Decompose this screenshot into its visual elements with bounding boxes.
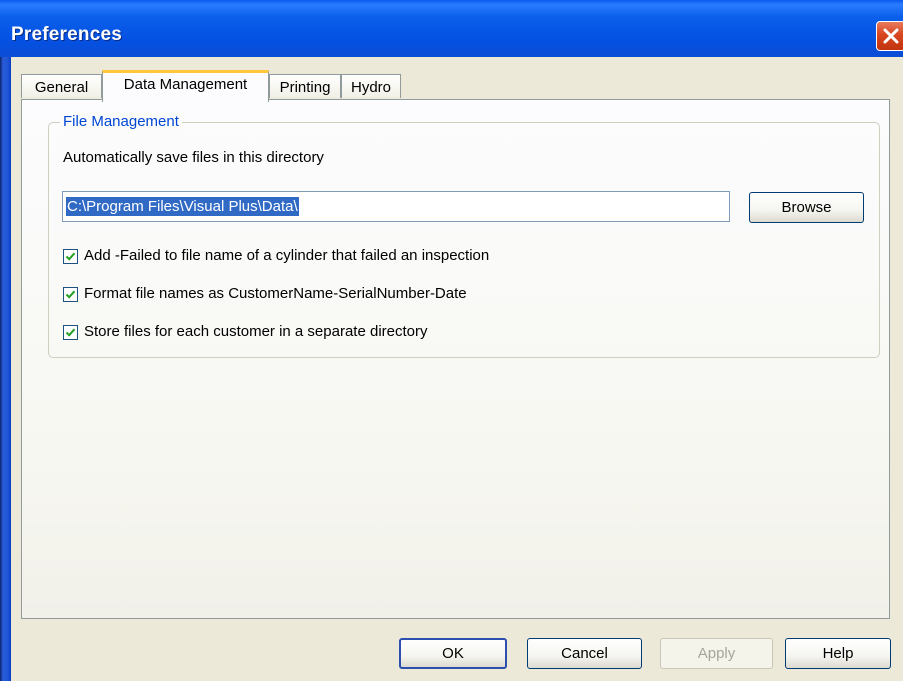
directory-path-input[interactable]: C:\Program Files\Visual Plus\Data\	[62, 191, 730, 222]
help-button[interactable]: Help	[785, 638, 891, 669]
tab-panel-data-management: File Management Automatically save files…	[21, 99, 890, 619]
ok-button[interactable]: OK	[399, 638, 507, 669]
option-label: Store files for each customer in a separ…	[84, 323, 428, 340]
tab-data-management[interactable]: Data Management	[102, 70, 269, 102]
directory-path-value: C:\Program Files\Visual Plus\Data\	[66, 197, 299, 216]
option-add-failed-checkbox[interactable]	[63, 249, 78, 264]
tab-general[interactable]: General	[21, 74, 102, 98]
checkmark-icon	[65, 328, 76, 337]
option-format-names-checkbox[interactable]	[63, 287, 78, 302]
tab-label: Data Management	[123, 76, 248, 93]
window-frame-left	[0, 0, 11, 681]
group-title: File Management	[60, 113, 182, 130]
tab-label: General	[34, 79, 89, 96]
tab-label: Printing	[279, 79, 331, 96]
tab-hydro[interactable]: Hydro	[341, 74, 401, 98]
tab-printing[interactable]: Printing	[269, 74, 341, 98]
option-separate-directory-checkbox[interactable]	[63, 325, 78, 340]
file-management-group: File Management Automatically save files…	[48, 113, 880, 358]
cancel-button[interactable]: Cancel	[527, 638, 642, 669]
option-label: Add -Failed to file name of a cylinder t…	[84, 247, 490, 264]
checkmark-icon	[65, 252, 76, 261]
close-button[interactable]	[876, 21, 903, 51]
apply-button-label: Apply	[697, 645, 736, 662]
browse-button[interactable]: Browse	[749, 192, 864, 223]
apply-button[interactable]: Apply	[660, 638, 773, 669]
title-bar[interactable]: Preferences	[0, 0, 903, 57]
tab-label: Hydro	[350, 79, 391, 96]
checkmark-icon	[65, 290, 76, 299]
option-label: Format file names as CustomerName-Serial…	[84, 285, 467, 302]
window-title: Preferences	[11, 24, 122, 45]
dialog-client-area: General Data Management Printing Hydro F…	[11, 57, 903, 681]
directory-label: Automatically save files in this directo…	[63, 149, 324, 166]
